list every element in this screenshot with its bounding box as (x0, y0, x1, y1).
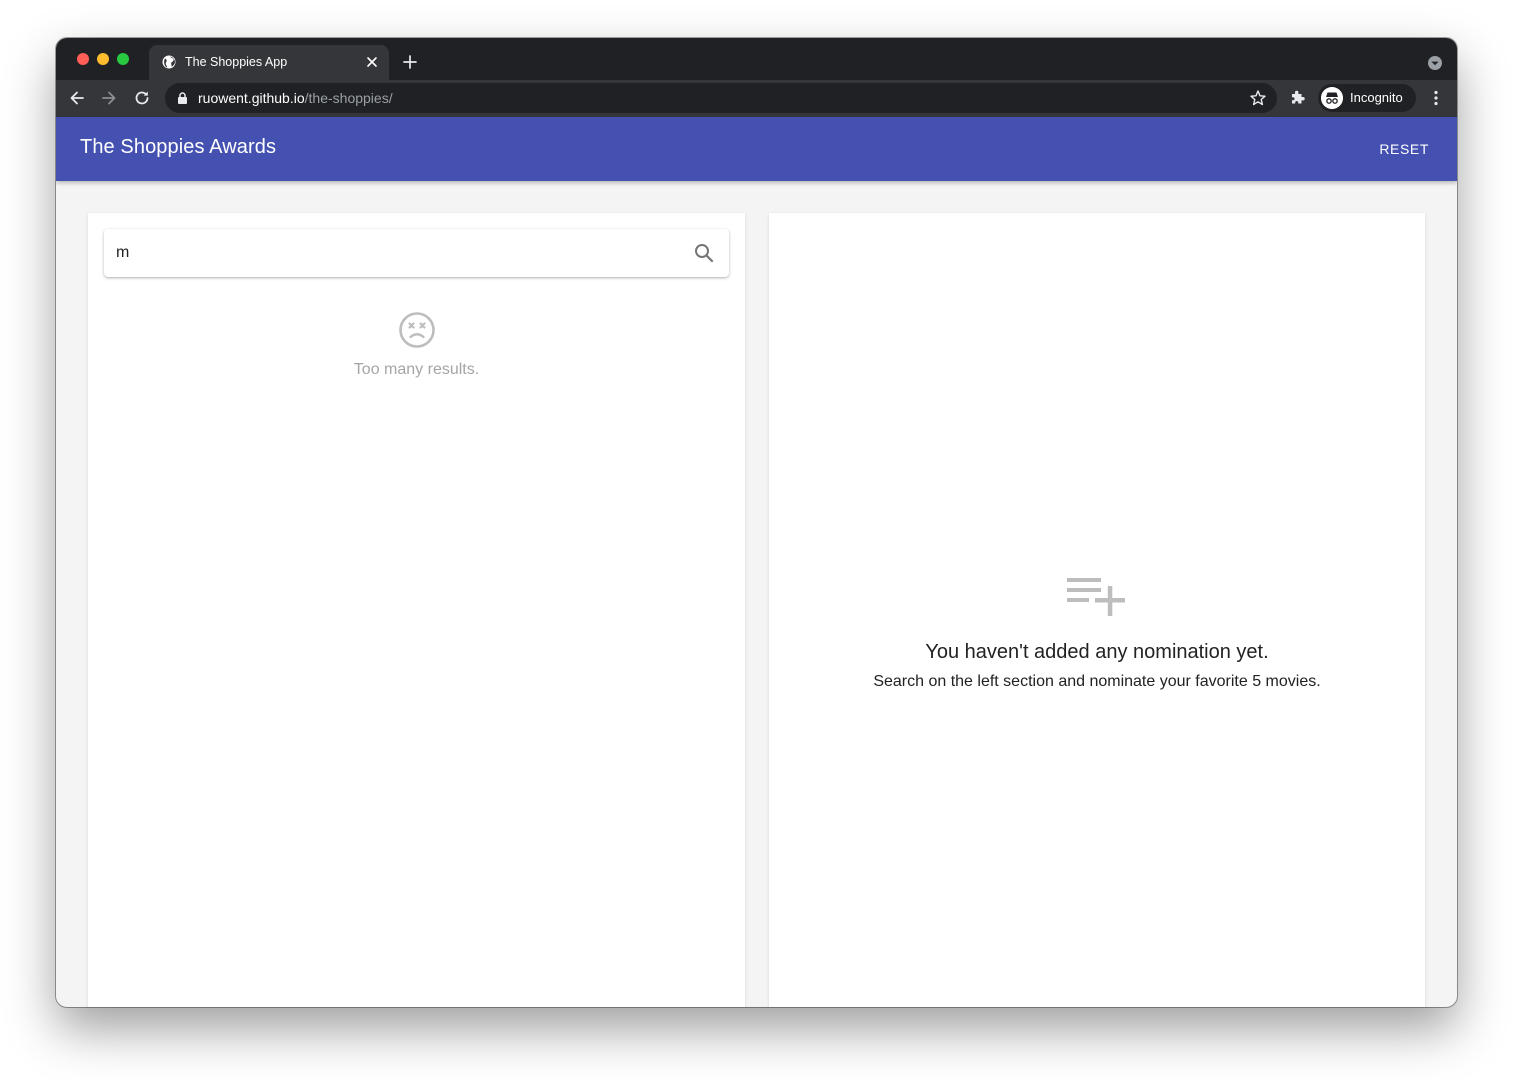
nominations-empty-state: You haven't added any nomination yet. Se… (769, 575, 1425, 691)
url-host: ruowent.github.io (198, 90, 305, 106)
bookmark-star-icon[interactable] (1249, 89, 1267, 107)
tab-search-icon[interactable] (1427, 55, 1443, 71)
nominations-panel: You haven't added any nomination yet. Se… (769, 213, 1425, 1007)
search-input[interactable] (116, 239, 676, 267)
search-status: Too many results. (88, 311, 745, 379)
url-text: ruowent.github.io/the-shoppies/ (198, 90, 393, 106)
playlist-add-icon (1067, 578, 1125, 616)
close-icon[interactable] (363, 53, 381, 71)
more-menu-icon[interactable] (1427, 89, 1445, 107)
address-bar[interactable]: ruowent.github.io/the-shoppies/ (165, 83, 1277, 113)
reload-icon[interactable] (132, 88, 152, 108)
search-bar (104, 229, 729, 277)
incognito-icon (1321, 87, 1343, 109)
search-panel: Too many results. (88, 213, 745, 1007)
tab-title: The Shoppies App (185, 55, 288, 69)
empty-nominations-title: You haven't added any nomination yet. (925, 641, 1269, 663)
globe-icon (162, 55, 176, 69)
browser-tab[interactable]: The Shoppies App (149, 45, 389, 80)
app-title: The Shoppies Awards (80, 136, 277, 158)
sad-face-icon (398, 312, 435, 348)
browser-window: The Shoppies App ruowent.github.io/the-s… (56, 38, 1457, 1007)
reset-button[interactable]: RESET (1371, 135, 1437, 163)
search-icon[interactable] (693, 242, 715, 264)
browser-toolbar: ruowent.github.io/the-shoppies/ Incognit… (56, 80, 1457, 117)
back-arrow-icon[interactable] (67, 88, 87, 108)
search-status-message: Too many results. (353, 361, 480, 378)
incognito-profile-button[interactable]: Incognito (1318, 84, 1416, 112)
extensions-puzzle-icon[interactable] (1289, 88, 1307, 106)
minimize-window-button[interactable] (97, 53, 109, 65)
app-header: The Shoppies Awards RESET (56, 117, 1457, 181)
empty-nominations-subtitle: Search on the left section and nominate … (873, 673, 1321, 690)
new-tab-plus-icon[interactable] (401, 53, 419, 71)
tab-strip: The Shoppies App (56, 38, 1457, 80)
zoom-window-button[interactable] (117, 53, 129, 65)
close-window-button[interactable] (77, 53, 89, 65)
incognito-label: Incognito (1350, 90, 1403, 105)
forward-arrow-icon[interactable] (99, 88, 119, 108)
url-path: /the-shoppies/ (304, 90, 393, 106)
lock-icon (178, 92, 187, 104)
